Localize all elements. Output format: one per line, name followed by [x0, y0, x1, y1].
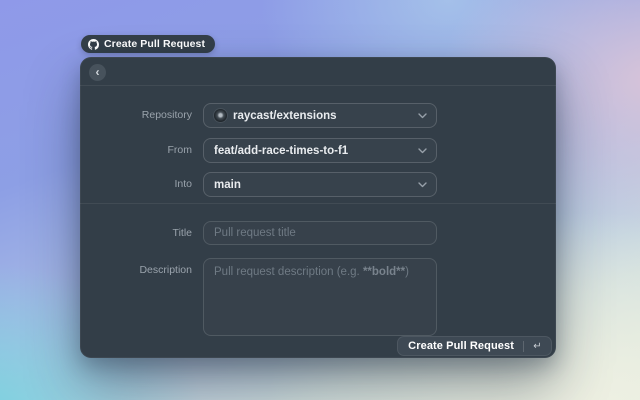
create-pull-request-button[interactable]: Create Pull Request ↵ — [397, 336, 552, 356]
chevron-down-icon — [418, 148, 427, 154]
description-placeholder-prefix: Pull request description (e.g. — [214, 266, 363, 278]
into-branch-value: main — [214, 179, 241, 191]
from-label: From — [80, 138, 192, 163]
description-placeholder-bold: **bold** — [363, 266, 405, 278]
title-input[interactable] — [203, 221, 437, 245]
chevron-left-icon: ‹ — [96, 66, 100, 78]
from-branch-value: feat/add-race-times-to-f1 — [214, 145, 348, 157]
repository-dropdown[interactable]: raycast/extensions — [203, 103, 437, 128]
create-pull-request-button-label: Create Pull Request — [408, 340, 514, 352]
back-button[interactable]: ‹ — [89, 64, 106, 81]
header-divider — [80, 85, 556, 86]
section-divider — [80, 203, 556, 204]
chevron-down-icon — [418, 182, 427, 188]
command-badge-label: Create Pull Request — [104, 38, 205, 50]
description-label: Description — [80, 264, 192, 276]
create-pull-request-window: ‹ Repository raycast/extensions From fea… — [80, 57, 556, 358]
github-icon — [88, 39, 99, 50]
title-label: Title — [80, 221, 192, 245]
description-placeholder-suffix: ) — [405, 266, 409, 278]
from-branch-dropdown[interactable]: feat/add-race-times-to-f1 — [203, 138, 437, 163]
repository-avatar-icon — [214, 109, 227, 122]
chevron-down-icon — [418, 113, 427, 119]
into-branch-dropdown[interactable]: main — [203, 172, 437, 197]
description-textarea[interactable]: Pull request description (e.g. **bold**) — [203, 258, 437, 336]
repository-value: raycast/extensions — [233, 110, 337, 122]
return-key-icon: ↵ — [524, 341, 551, 352]
command-badge: Create Pull Request — [81, 35, 215, 53]
repository-label: Repository — [80, 103, 192, 128]
into-label: Into — [80, 172, 192, 197]
